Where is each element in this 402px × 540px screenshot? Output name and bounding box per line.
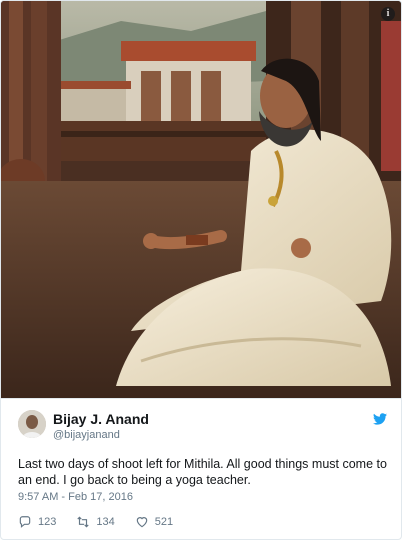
info-icon[interactable]: i — [381, 7, 395, 21]
author-name[interactable]: Bijay J. Anand — [53, 411, 149, 427]
tweet-timestamp[interactable]: 9:57 AM - Feb 17, 2016 — [18, 491, 133, 503]
tweet-body: Bijay J. Anand @bijayjanand Last two day… — [1, 398, 401, 539]
tweet-photo[interactable]: i — [1, 1, 401, 398]
author-handle[interactable]: @bijayjanand — [53, 429, 120, 441]
tweet-actions: 123 134 521 — [18, 515, 173, 529]
heart-icon — [136, 517, 147, 528]
like-action[interactable]: 521 — [135, 515, 173, 529]
photo-illustration — [1, 1, 401, 398]
avatar-image — [18, 410, 46, 438]
retweet-action[interactable]: 134 — [76, 515, 115, 529]
reply-action[interactable]: 123 — [18, 515, 56, 529]
retweet-count: 134 — [96, 516, 115, 528]
like-count: 521 — [154, 516, 174, 528]
avatar[interactable] — [18, 410, 46, 438]
reply-count: 123 — [38, 516, 57, 528]
twitter-bird-icon[interactable] — [373, 413, 387, 425]
retweet-icon — [77, 516, 90, 528]
reply-icon — [19, 516, 31, 528]
tweet-text: Last two days of shoot left for Mithila.… — [18, 457, 387, 487]
tweet-embed: i Bijay J. Anand @bijayjanand Last two d… — [0, 0, 402, 540]
